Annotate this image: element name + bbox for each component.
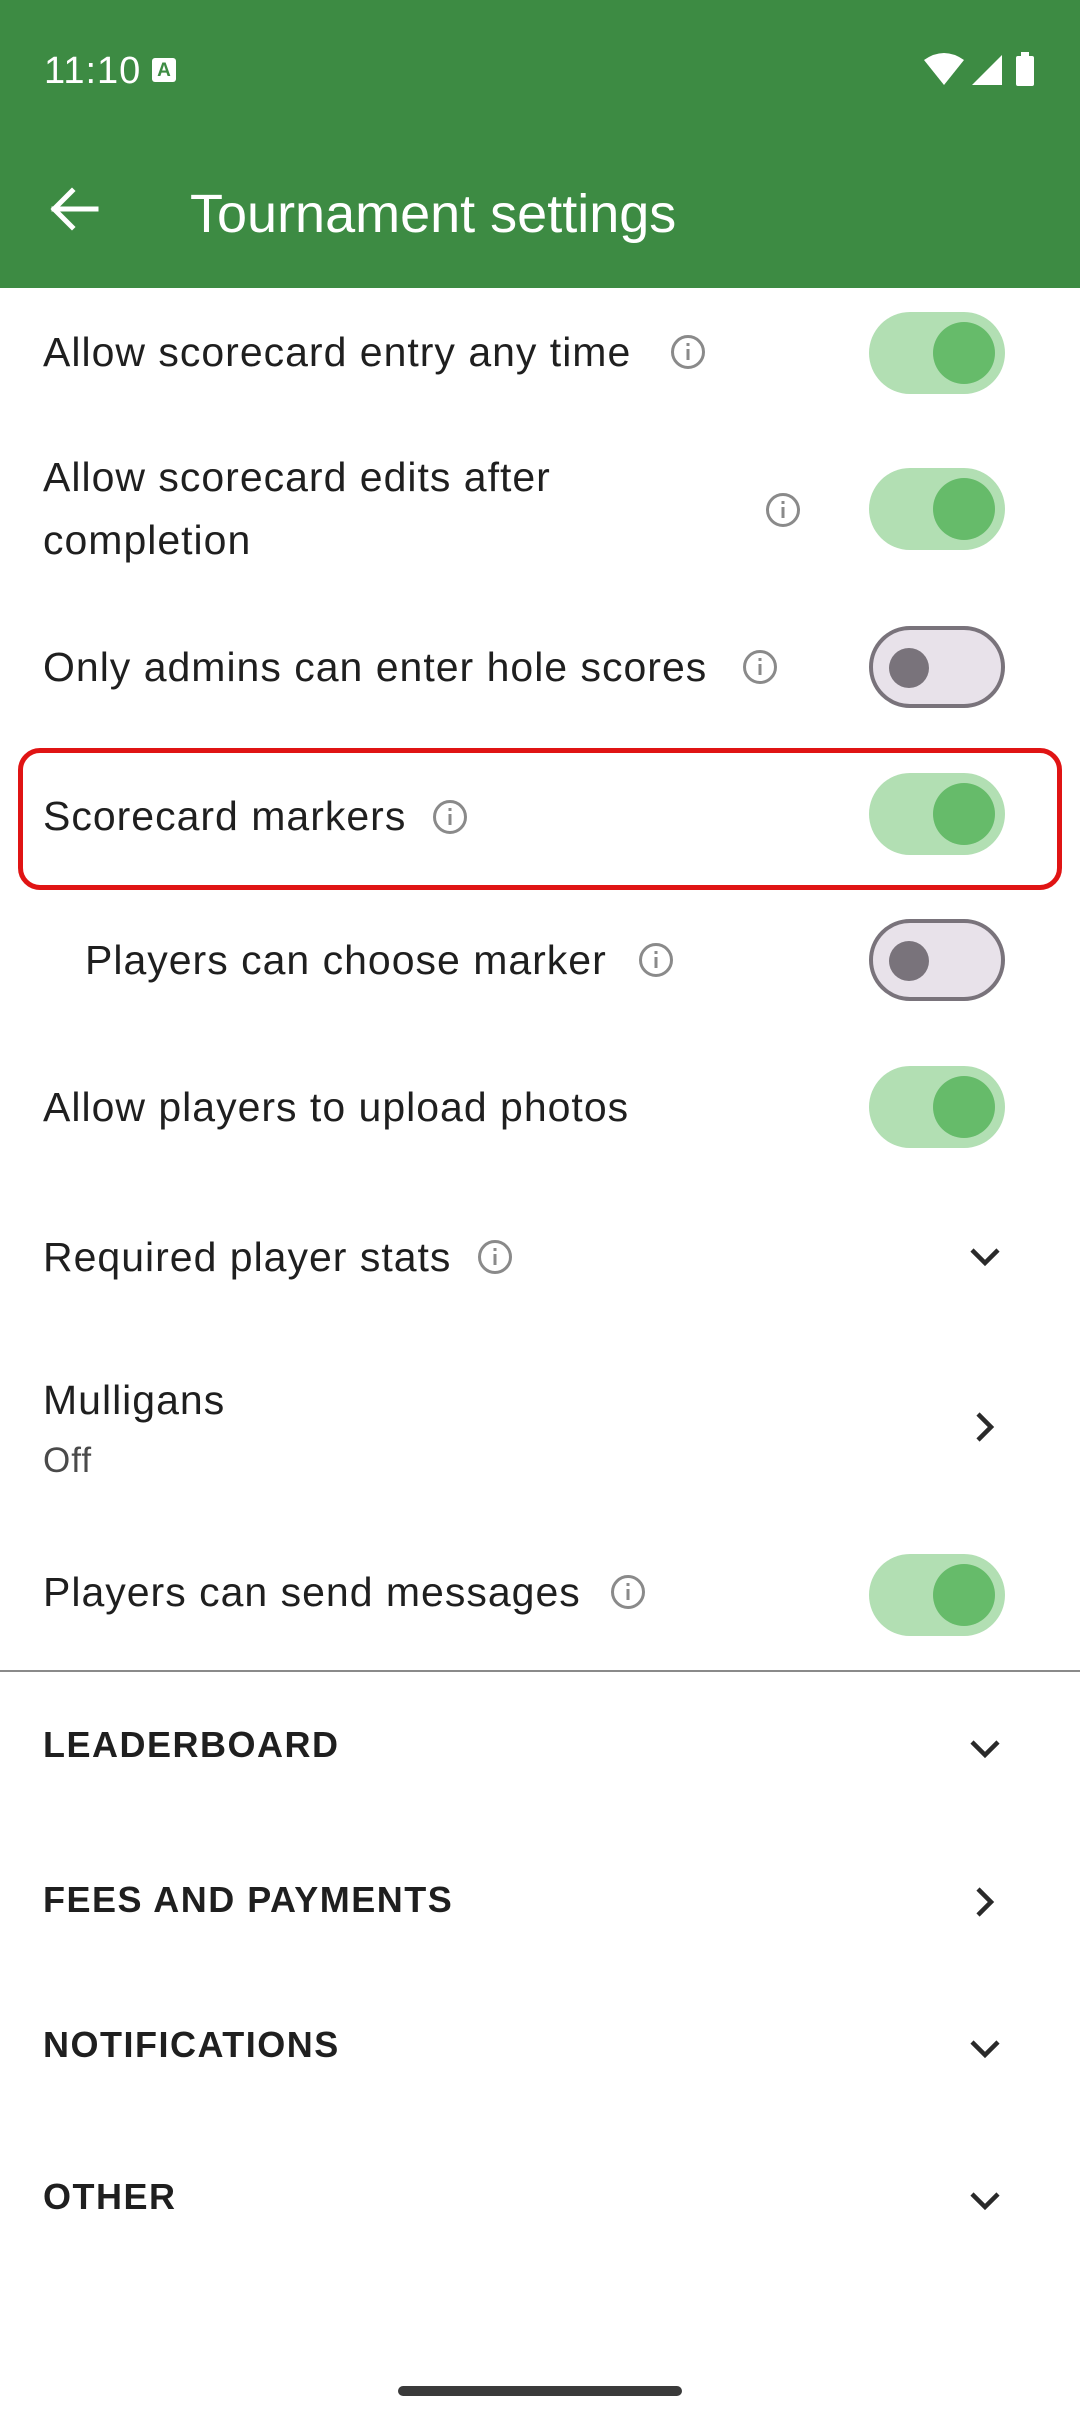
setting-scorecard-markers: Scorecard markers [0,752,1080,887]
info-icon[interactable] [742,649,778,685]
section-label: LEADERBOARD [43,1724,340,1765]
setting-label: Only admins can enter hole scores [43,644,708,690]
info-icon[interactable] [670,334,706,370]
signal-icon [972,55,1002,85]
setting-label-line1: Allow scorecard edits after [43,454,551,500]
info-icon[interactable] [610,1574,646,1610]
section-fees-and-payments[interactable]: FEES AND PAYMENTS [0,1855,1080,1965]
toggle-switch[interactable] [869,919,1005,1001]
toggle-switch[interactable] [869,773,1005,855]
setting-value: Off [43,1441,93,1480]
toggle-switch[interactable] [869,312,1005,394]
toggle-knob [933,1564,995,1626]
setting-label: Players can send messages [43,1569,581,1615]
toggle-knob [889,648,929,688]
setting-label: Mulligans [43,1377,226,1423]
setting-only-admins-scores: Only admins can enter hole scores [0,605,1080,730]
setting-players-choose-marker: Players can choose marker [0,898,1080,1023]
setting-label: Allow scorecard entry any time [43,329,632,375]
chevron-down-icon[interactable] [963,2179,1007,2223]
toggle-knob [889,941,929,981]
setting-allow-scorecard-entry: Allow scorecard entry any time [0,290,1080,415]
toggle-knob [933,783,995,845]
chevron-right-icon[interactable] [963,1405,1007,1449]
toggle-knob [933,1076,995,1138]
info-icon[interactable] [765,492,801,528]
divider [0,1670,1080,1672]
toggle-switch[interactable] [869,1554,1005,1636]
arrow-left-icon [50,187,99,231]
section-other[interactable]: OTHER [0,2152,1080,2262]
info-icon[interactable] [477,1239,513,1275]
section-label: OTHER [43,2176,177,2217]
info-icon[interactable] [432,799,468,835]
setting-label: Required player stats [43,1234,452,1280]
toggle-switch[interactable] [869,626,1005,708]
section-label: FEES AND PAYMENTS [43,1879,454,1920]
toggle-switch[interactable] [869,1066,1005,1148]
toggle-switch[interactable] [869,468,1005,550]
wifi-icon [924,53,964,85]
page-title: Tournament settings [190,184,677,244]
status-icons [924,52,1036,88]
back-button[interactable] [38,174,108,244]
info-icon[interactable] [638,942,674,978]
setting-players-send-messages: Players can send messages [0,1530,1080,1655]
a-icon: A [152,58,176,82]
setting-label-line2: completion [43,517,252,563]
setting-allow-scorecard-edits: Allow scorecard edits after completion [0,430,1080,590]
status-time: 11:10 [44,50,142,92]
section-label: NOTIFICATIONS [43,2024,340,2065]
setting-label: Players can choose marker [85,937,607,983]
setting-mulligans[interactable]: Mulligans Off [0,1355,1080,1505]
chevron-down-icon[interactable] [963,1235,1007,1279]
app-bar: Tournament settings [0,138,1080,288]
home-indicator[interactable] [398,2386,682,2396]
setting-upload-photos: Allow players to upload photos [0,1045,1080,1170]
section-leaderboard[interactable]: LEADERBOARD [0,1700,1080,1810]
battery-icon [1016,52,1034,86]
chevron-right-icon[interactable] [963,1880,1007,1924]
setting-label: Scorecard markers [43,793,407,839]
status-bar: 11:10 A [0,0,1080,138]
section-notifications[interactable]: NOTIFICATIONS [0,2000,1080,2110]
toggle-knob [933,478,995,540]
setting-required-player-stats[interactable]: Required player stats [0,1195,1080,1320]
chevron-down-icon[interactable] [963,1727,1007,1771]
toggle-knob [933,322,995,384]
chevron-down-icon[interactable] [963,2027,1007,2071]
setting-label: Allow players to upload photos [43,1084,630,1130]
